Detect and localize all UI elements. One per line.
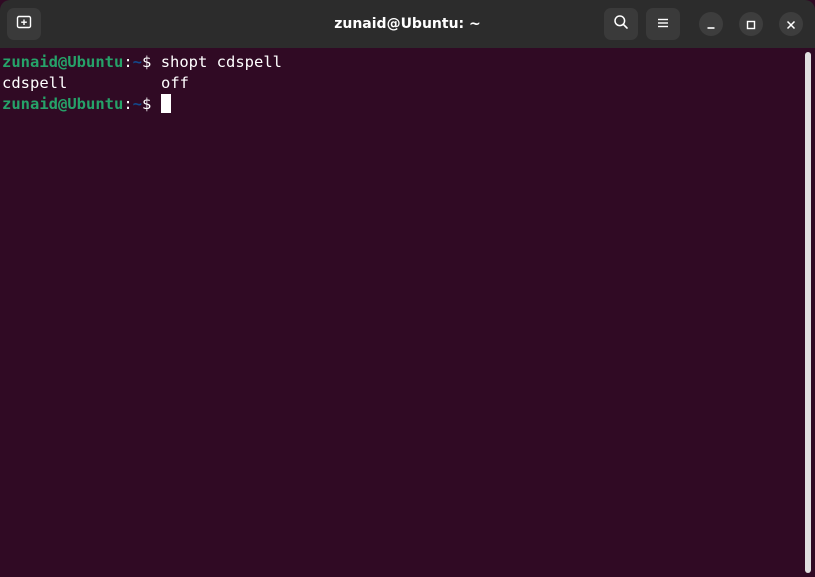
minimize-icon (706, 15, 716, 34)
hamburger-menu-icon (656, 15, 670, 34)
prompt-path: ~ (132, 95, 143, 113)
maximize-icon (746, 15, 756, 34)
scrollbar[interactable] (805, 52, 811, 573)
command-text: shopt cdspell (160, 53, 283, 71)
terminal-output[interactable]: zunaid@Ubuntu:~$ shopt cdspell cdspell of… (0, 48, 800, 577)
text-cursor (160, 94, 171, 113)
prompt-separator: : (123, 53, 133, 71)
search-icon (613, 14, 629, 34)
prompt-separator: : (123, 95, 133, 113)
prompt-symbol: $ (142, 53, 161, 71)
minimize-button[interactable] (699, 12, 723, 36)
terminal-line: zunaid@Ubuntu:~$ (0, 94, 800, 115)
maximize-button[interactable] (739, 12, 763, 36)
menu-button[interactable] (646, 8, 680, 40)
output-option-name: cdspell (2, 74, 68, 92)
title-bar[interactable]: zunaid@Ubuntu: ~ (0, 0, 815, 48)
terminal-line: zunaid@Ubuntu:~$ shopt cdspell (0, 52, 800, 73)
prompt-user: zunaid@Ubuntu (2, 53, 124, 71)
terminal-line: cdspell off (0, 73, 800, 94)
close-button[interactable] (779, 12, 803, 36)
prompt-symbol: $ (142, 95, 161, 113)
output-option-value: off (161, 74, 189, 92)
prompt-path: ~ (132, 53, 143, 71)
prompt-user: zunaid@Ubuntu (2, 95, 124, 113)
close-icon (786, 15, 796, 34)
terminal-window: zunaid@Ubuntu: ~ zunaid@Ubuntu:~$ shopt … (0, 0, 815, 577)
search-button[interactable] (604, 8, 638, 40)
window-title: zunaid@Ubuntu: ~ (334, 16, 481, 32)
